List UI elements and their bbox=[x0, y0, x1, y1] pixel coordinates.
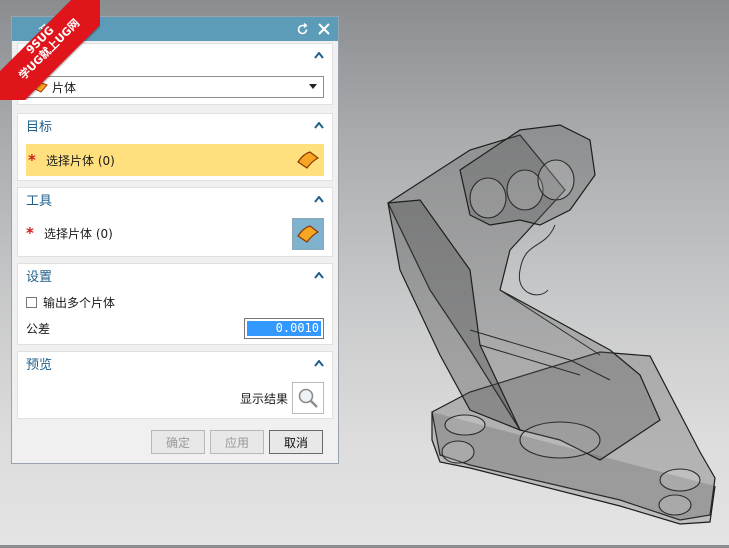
lug-hole-3 bbox=[537, 159, 575, 201]
target-select-button[interactable] bbox=[292, 144, 324, 176]
tolerance-label: 公差 bbox=[26, 322, 51, 336]
target-select-row[interactable]: * 选择片体 (0) bbox=[26, 144, 294, 176]
watermark-line2: 学UG就上UG网 bbox=[16, 16, 83, 83]
chevron-up-icon[interactable] bbox=[312, 48, 326, 62]
watermark-ribbon: 9SUG 学UG就上UG网 bbox=[0, 0, 100, 100]
lug-hole-1 bbox=[469, 177, 507, 219]
reset-icon[interactable] bbox=[294, 21, 310, 37]
tool-section: 工具 * 选择片体 (0) bbox=[17, 187, 333, 257]
tolerance-value: 0.0010 bbox=[247, 321, 321, 336]
required-asterisk-icon: * bbox=[26, 224, 34, 242]
show-result-label: 显示结果 bbox=[239, 391, 288, 406]
dropdown-arrow-icon[interactable] bbox=[309, 84, 317, 89]
base-boss bbox=[519, 421, 601, 459]
dialog-buttons: 确定 应用 取消 bbox=[151, 430, 323, 454]
cancel-button[interactable]: 取消 bbox=[269, 430, 323, 454]
target-select-label: 选择片体 (0) bbox=[46, 153, 115, 168]
output-multiple-checkbox[interactable] bbox=[26, 297, 37, 308]
apply-button[interactable]: 应用 bbox=[210, 430, 264, 454]
show-result-button[interactable] bbox=[292, 382, 324, 414]
tool-select-row[interactable]: * 选择片体 (0) bbox=[26, 224, 324, 242]
ok-button[interactable]: 确定 bbox=[151, 430, 205, 454]
chevron-up-icon[interactable] bbox=[312, 192, 326, 206]
output-multiple-row[interactable]: 输出多个片体 bbox=[26, 294, 324, 311]
magnifier-icon bbox=[298, 388, 318, 408]
tolerance-input[interactable]: 0.0010 bbox=[244, 318, 324, 339]
chevron-up-icon[interactable] bbox=[312, 118, 326, 132]
tool-select-button[interactable] bbox=[292, 218, 324, 250]
settings-section: 设置 输出多个片体 公差 0.0010 bbox=[17, 263, 333, 345]
required-asterisk-icon: * bbox=[28, 151, 36, 169]
sheet-body-icon bbox=[297, 151, 320, 169]
base-hole-1 bbox=[444, 414, 486, 436]
tolerance-row: 公差 0.0010 bbox=[26, 318, 324, 339]
base-hole-3 bbox=[659, 468, 701, 492]
output-multiple-label: 输出多个片体 bbox=[43, 296, 116, 310]
lug-hole-2 bbox=[506, 169, 544, 211]
chevron-up-icon[interactable] bbox=[312, 356, 326, 370]
preview-heading: 预览 bbox=[26, 357, 53, 373]
target-section: 目标 * 选择片体 (0) bbox=[17, 113, 333, 181]
show-result-row: 显示结果 bbox=[26, 382, 324, 414]
base-hole-2 bbox=[441, 440, 475, 464]
chevron-up-icon[interactable] bbox=[312, 268, 326, 282]
base-hole-4 bbox=[658, 494, 692, 516]
sheet-body-icon bbox=[297, 225, 320, 243]
tool-heading: 工具 bbox=[26, 193, 53, 209]
target-heading: 目标 bbox=[26, 119, 53, 135]
settings-heading: 设置 bbox=[26, 269, 53, 285]
preview-section: 预览 显示结果 bbox=[17, 351, 333, 419]
close-icon[interactable] bbox=[316, 21, 332, 37]
tool-select-label: 选择片体 (0) bbox=[44, 226, 113, 241]
